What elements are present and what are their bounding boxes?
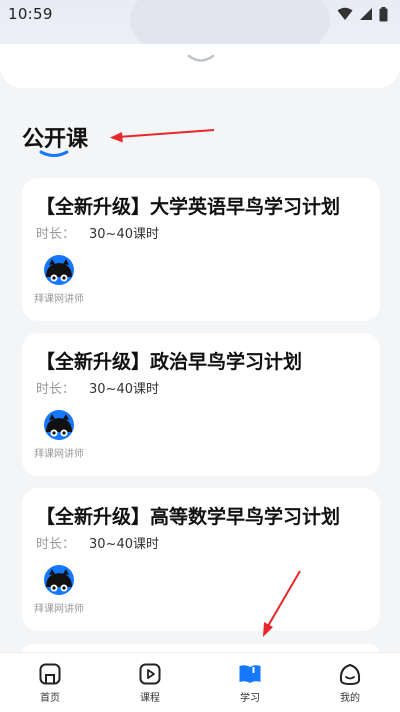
course-duration: 时长： 30~40课时 <box>36 533 159 552</box>
tab-label-study: 学习 <box>240 693 260 704</box>
home-icon <box>39 663 61 685</box>
course-card[interactable]: 【全新升级】高等数学早鸟学习计划 时长： 30~40课时 拜课网讲师 <box>22 488 380 631</box>
status-icons <box>337 6 388 22</box>
tab-courses[interactable]: 课程 <box>100 653 200 712</box>
chevron-down-icon[interactable] <box>186 53 216 65</box>
duration-label: 时长： <box>36 227 76 242</box>
course-title: 【全新升级】高等数学早鸟学习计划 <box>36 506 341 528</box>
course-card[interactable]: 【全新升级】政治早鸟学习计划 时长： 30~40课时 拜课网讲师 <box>22 333 380 476</box>
tab-profile[interactable]: 我的 <box>300 653 400 712</box>
signal-icon <box>360 8 372 20</box>
wifi-icon <box>337 7 353 20</box>
section-title: 公开课 <box>22 127 89 152</box>
tab-label-profile: 我的 <box>340 693 360 704</box>
teacher-avatar <box>44 255 74 285</box>
course-duration: 时长： 30~40课时 <box>36 378 159 397</box>
book-icon <box>239 665 261 683</box>
teacher-avatar <box>44 565 74 595</box>
teacher-name: 拜课网讲师 <box>34 604 84 615</box>
status-time: 10:59 <box>8 5 53 23</box>
course-duration: 时长： 30~40课时 <box>36 223 159 242</box>
duration-label: 时长： <box>36 537 76 552</box>
section-title-underline <box>39 150 69 157</box>
course-title: 【全新升级】大学英语早鸟学习计划 <box>36 196 341 218</box>
tab-home[interactable]: 首页 <box>0 653 100 712</box>
tab-label-courses: 课程 <box>140 693 160 704</box>
bottom-tab-bar: 首页 课程 学习 我的 <box>0 652 400 712</box>
duration-value: 30~40课时 <box>89 227 159 242</box>
course-card[interactable]: 【全新升级】大学英语早鸟学习计划 时长： 30~40课时 拜课网讲师 <box>22 178 380 321</box>
duration-value: 30~40课时 <box>89 382 159 397</box>
collapsed-panel <box>0 44 400 88</box>
annotation-arrow-left <box>110 129 215 143</box>
teacher-avatar <box>44 410 74 440</box>
profile-face-icon <box>339 663 361 686</box>
teacher-name: 拜课网讲师 <box>34 294 84 305</box>
battery-icon <box>379 6 388 21</box>
duration-value: 30~40课时 <box>89 537 159 552</box>
tab-study[interactable]: 学习 <box>200 653 300 712</box>
status-bar: 10:59 <box>0 0 400 28</box>
duration-label: 时长： <box>36 382 76 397</box>
tab-label-home: 首页 <box>40 693 60 704</box>
teacher-name: 拜课网讲师 <box>34 449 84 460</box>
course-title: 【全新升级】政治早鸟学习计划 <box>36 351 303 373</box>
play-icon <box>139 663 161 685</box>
